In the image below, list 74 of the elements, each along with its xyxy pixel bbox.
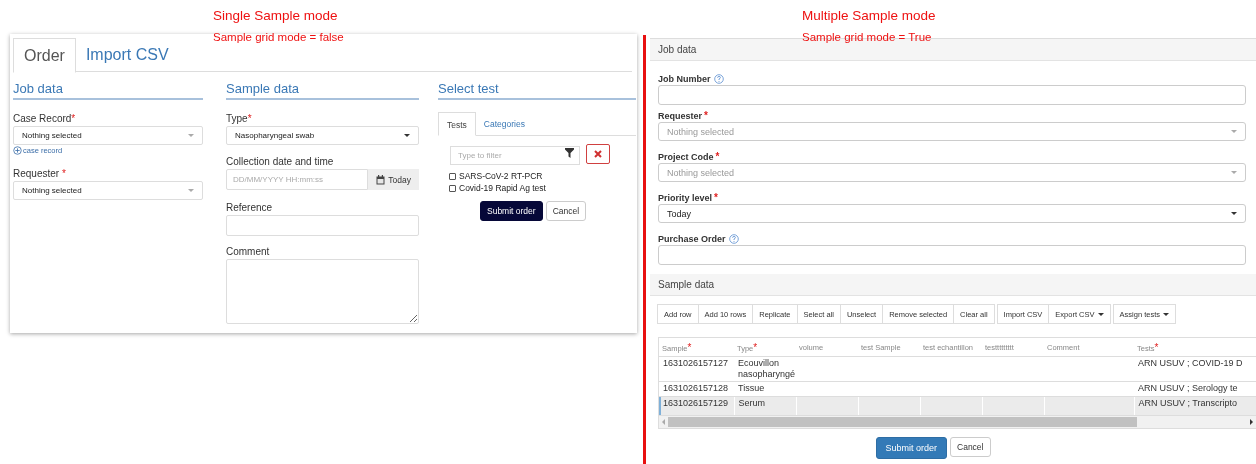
required-mark: *	[247, 113, 252, 124]
field-label: Type	[226, 113, 248, 124]
scroll-left-icon	[662, 419, 665, 425]
required-mark: *	[704, 110, 708, 121]
today-button[interactable]: Today	[368, 169, 419, 190]
submit-button[interactable]: Submit order	[875, 437, 948, 459]
table-cell: Ecouvillon nasopharyngé	[738, 358, 796, 380]
required-mark: *	[687, 341, 692, 353]
table-row[interactable]: 1631026157128 Tissue ARN USUV ; Serology te	[659, 381, 1256, 397]
section-header: Sample data	[650, 274, 1256, 296]
filter-icon	[565, 148, 574, 158]
section-heading: Sample data	[226, 81, 419, 100]
table-cell: ARN USUV ; COVID-19 D	[1138, 358, 1243, 369]
tab[interactable]: Order	[13, 38, 76, 73]
caret-icon	[188, 189, 194, 192]
table-cell: Tissue	[738, 383, 765, 394]
clear-button[interactable]	[586, 144, 610, 164]
table-row[interactable]: 1631026157127 Ecouvillon nasopharyngé ARN USUV ; COVID-19 D	[659, 356, 1256, 382]
required-mark: *	[715, 151, 720, 162]
table-cell: ARN USUV ; Transcripto	[1138, 398, 1238, 409]
field-label: Comment	[226, 246, 270, 257]
section-heading: Select test	[438, 81, 636, 100]
table-cell: 1631026157127	[663, 358, 729, 369]
cancel-button[interactable]: Cancel	[545, 201, 587, 221]
test-label: SARS-CoV-2 RT-PCR	[459, 171, 543, 181]
tab[interactable]: Categories	[475, 112, 533, 135]
select-field[interactable]: Nasopharyngeal swab	[226, 126, 419, 145]
scroll-right-icon	[1250, 419, 1253, 425]
select-field[interactable]: Nothing selected	[13, 181, 203, 200]
tab[interactable]: Import CSV	[75, 38, 179, 71]
field-label: Project Code	[658, 151, 714, 162]
cancel-button[interactable]: Cancel	[950, 437, 991, 457]
table-cell: 1631026157129	[663, 398, 729, 409]
submit-button[interactable]: Submit order	[480, 201, 543, 221]
caret-icon	[1231, 171, 1237, 174]
scrollbar[interactable]	[659, 416, 1256, 428]
field-label: Job Number	[658, 73, 711, 84]
comment-field[interactable]	[226, 259, 419, 324]
filter-field[interactable]: Type to filter	[450, 146, 580, 165]
required-mark: *	[71, 113, 76, 124]
select-field[interactable]: Nothing selected	[13, 126, 203, 145]
caret-icon	[188, 134, 194, 137]
caret-icon	[1231, 130, 1237, 133]
tab[interactable]: Tests	[438, 112, 476, 136]
table-cell: Serum	[738, 398, 765, 409]
text-field[interactable]	[226, 215, 419, 236]
field-label: Purchase Order	[658, 233, 726, 244]
checkbox[interactable]	[449, 184, 456, 192]
field-label: Reference	[226, 202, 273, 213]
date-time-field[interactable]: DD/MM/YYYY HH:mm:ss	[226, 169, 369, 190]
annotation-title: Single Sample mode	[213, 8, 339, 24]
required-mark: *	[714, 192, 718, 203]
close-icon	[594, 150, 602, 158]
table-row[interactable]: 1631026157129 Serum ARN USUV ; Transcripto	[659, 396, 1256, 416]
required-mark: *	[753, 341, 758, 353]
calendar-icon	[376, 174, 386, 185]
select-field[interactable]: Today	[658, 204, 1246, 223]
plus-circle-icon	[13, 146, 22, 155]
text-field[interactable]	[658, 85, 1246, 105]
field-label: Case Record	[13, 113, 72, 124]
field-label: Requester	[658, 110, 702, 121]
annotation-title: Multiple Sample mode	[802, 8, 936, 24]
table-cell: 1631026157128	[663, 383, 729, 394]
required-mark: *	[61, 168, 66, 179]
field-label: Priority level	[658, 192, 713, 203]
annotation-subtitle: Sample grid mode = false	[213, 30, 344, 44]
scroll-thumb[interactable]	[668, 417, 1137, 427]
table-cell: ARN USUV ; Serology te	[1138, 383, 1238, 394]
field-label: Requester	[13, 168, 61, 179]
text-field[interactable]	[658, 245, 1246, 265]
section-heading: Job data	[13, 81, 203, 100]
test-label: Covid-19 Rapid Ag test	[459, 183, 546, 193]
field-label: Collection date and time	[226, 156, 334, 167]
checkbox[interactable]	[449, 172, 456, 180]
